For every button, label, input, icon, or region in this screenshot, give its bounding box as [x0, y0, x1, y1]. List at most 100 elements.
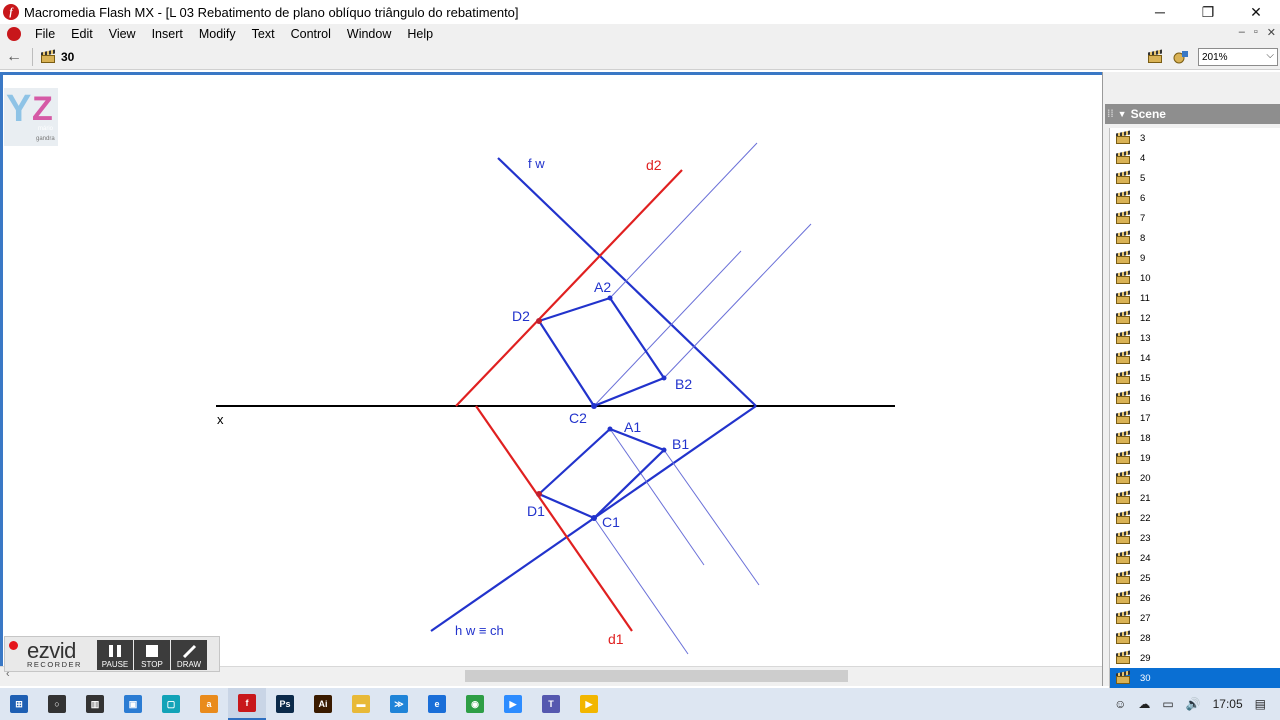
point-d1	[536, 491, 542, 497]
minimize-button[interactable]: ─	[1136, 0, 1184, 24]
scene-item[interactable]: 20	[1110, 468, 1280, 488]
restore-button[interactable]: ❐	[1184, 0, 1232, 24]
flash-icon[interactable]: f	[228, 688, 266, 720]
menu-view[interactable]: View	[101, 27, 144, 41]
illustrator-icon[interactable]: Ai	[304, 688, 342, 720]
scrollbar-thumb[interactable]	[465, 670, 848, 682]
scene-item[interactable]: 30	[1110, 668, 1280, 688]
menu-edit[interactable]: Edit	[63, 27, 101, 41]
scene-item[interactable]: 23	[1110, 528, 1280, 548]
edit-scene-icon[interactable]	[1148, 49, 1162, 63]
chrome-icon[interactable]: ◉	[456, 688, 494, 720]
menu-text[interactable]: Text	[244, 27, 283, 41]
search-icon[interactable]: ○	[38, 688, 76, 720]
scene-item[interactable]: 10	[1110, 268, 1280, 288]
scene-item[interactable]: 24	[1110, 548, 1280, 568]
scene-item[interactable]: 25	[1110, 568, 1280, 588]
scene-item[interactable]: 21	[1110, 488, 1280, 508]
ezvid-sub: RECORDER	[27, 660, 82, 669]
scene-item[interactable]: 11	[1110, 288, 1280, 308]
teams-icon[interactable]: T	[532, 688, 570, 720]
doc-restore-button[interactable]: ▫	[1254, 26, 1258, 39]
scene-item[interactable]: 16	[1110, 388, 1280, 408]
cloud-icon[interactable]: ☁	[1138, 697, 1150, 711]
pause-button[interactable]: PAUSE	[97, 640, 133, 670]
app-cyan-icon[interactable]: ▢	[152, 688, 190, 720]
edge-icon[interactable]: e	[418, 688, 456, 720]
start-button[interactable]: ⊞	[0, 688, 38, 720]
scene-item[interactable]: 22	[1110, 508, 1280, 528]
scene-item[interactable]: 5	[1110, 168, 1280, 188]
scene-item-label: 18	[1140, 432, 1151, 444]
scene-item[interactable]: 4	[1110, 148, 1280, 168]
collapse-triangle-icon[interactable]: ▼	[1118, 109, 1127, 119]
menu-control[interactable]: Control	[283, 27, 339, 41]
teams-icon-glyph: T	[542, 695, 560, 713]
doc-minimize-button[interactable]: –	[1239, 26, 1245, 39]
task-view-icon[interactable]: ▥	[76, 688, 114, 720]
menu-insert[interactable]: Insert	[144, 27, 191, 41]
zoom-icon[interactable]: ▶	[494, 688, 532, 720]
back-arrow-icon[interactable]: ←	[6, 48, 26, 66]
scene-clapper-icon	[1116, 330, 1130, 344]
menu-help[interactable]: Help	[399, 27, 441, 41]
close-button[interactable]: ✕	[1232, 0, 1280, 24]
scene-item-label: 22	[1140, 512, 1151, 524]
scene-item-label: 11	[1140, 292, 1150, 304]
app-orange-icon[interactable]: a	[190, 688, 228, 720]
scene-item[interactable]: 3	[1110, 128, 1280, 148]
scene-item-label: 27	[1140, 612, 1151, 624]
volume-icon[interactable]: 🔊	[1186, 697, 1201, 711]
clock-time[interactable]: 17:05	[1213, 697, 1243, 711]
photoshop-icon[interactable]: Ps	[266, 688, 304, 720]
network-icon[interactable]: ▭	[1162, 697, 1173, 711]
scene-clapper-icon	[1116, 390, 1130, 404]
people-icon[interactable]: ☺	[1114, 697, 1126, 711]
ezvid-recorder-overlay: ezvid RECORDER PAUSE STOP DRAW	[4, 636, 220, 672]
scene-item[interactable]: 28	[1110, 628, 1280, 648]
pause-icon	[109, 645, 121, 657]
scene-item[interactable]: 29	[1110, 648, 1280, 668]
chrome-icon-glyph: ◉	[466, 695, 484, 713]
scene-item-label: 23	[1140, 532, 1151, 544]
doc-close-button[interactable]: ✕	[1267, 26, 1276, 39]
menu-window[interactable]: Window	[339, 27, 399, 41]
stage[interactable]: f w d2 A2 D2 B2 C2 x A1 B1 D1 C1 h w ≡ c…	[0, 72, 1102, 666]
scene-item[interactable]: 18	[1110, 428, 1280, 448]
scene-item[interactable]: 6	[1110, 188, 1280, 208]
scene-item[interactable]: 15	[1110, 368, 1280, 388]
menu-file[interactable]: File	[27, 27, 63, 41]
notification-icon[interactable]: ▤	[1255, 697, 1266, 711]
scene-item[interactable]: 27	[1110, 608, 1280, 628]
scene-clapper-icon	[41, 49, 55, 63]
panel-grip-icon[interactable]: ⁞⁞	[1107, 109, 1114, 120]
explorer-icon[interactable]: ▬	[342, 688, 380, 720]
scene-panel-header[interactable]: ⁞⁞ ▼ Scene	[1105, 104, 1280, 124]
media-icon[interactable]: ▶	[570, 688, 608, 720]
flash-icon-glyph: f	[238, 694, 256, 712]
flash-app-icon[interactable]: f	[3, 4, 19, 20]
scene-item[interactable]: 14	[1110, 348, 1280, 368]
scene-panel: ⁞⁞ ▼ Scene 3 4 5 6 7 8 9 10 11 12 13 14 15 16 17 18 19 20…	[1102, 72, 1280, 688]
scene-item[interactable]: 7	[1110, 208, 1280, 228]
zoom-select[interactable]: 201% ⌵	[1198, 48, 1278, 66]
scene-item[interactable]: 26	[1110, 588, 1280, 608]
scene-item[interactable]: 12	[1110, 308, 1280, 328]
scene-clapper-icon	[1116, 130, 1130, 144]
store-icon[interactable]: ▣	[114, 688, 152, 720]
label-x: x	[217, 412, 224, 427]
scene-item[interactable]: 8	[1110, 228, 1280, 248]
scene-item-label: 8	[1140, 232, 1146, 244]
scene-item-label: 25	[1140, 572, 1151, 584]
vscode-icon[interactable]: ≫	[380, 688, 418, 720]
logo-text-1: mário	[38, 126, 54, 132]
document-icon[interactable]	[7, 27, 21, 41]
scene-item[interactable]: 9	[1110, 248, 1280, 268]
draw-button[interactable]: DRAW	[171, 640, 207, 670]
scene-item[interactable]: 19	[1110, 448, 1280, 468]
edit-symbol-icon[interactable]	[1172, 49, 1190, 65]
scene-item[interactable]: 17	[1110, 408, 1280, 428]
stop-button[interactable]: STOP	[134, 640, 170, 670]
menu-modify[interactable]: Modify	[191, 27, 244, 41]
scene-item[interactable]: 13	[1110, 328, 1280, 348]
